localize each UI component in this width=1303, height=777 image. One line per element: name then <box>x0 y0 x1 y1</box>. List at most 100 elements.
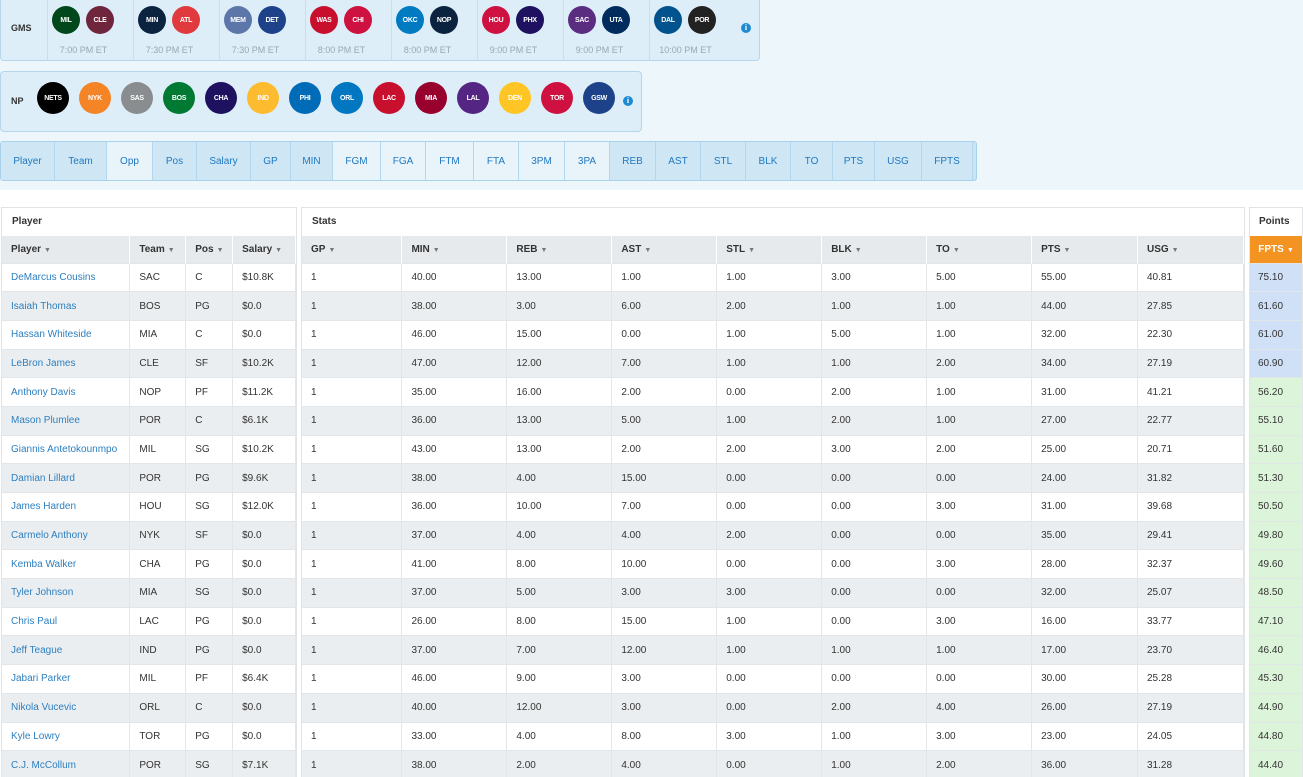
game-dal-por[interactable]: DAL POR 10:00 PM ET <box>649 0 721 61</box>
team-logo-icon[interactable]: DAL <box>654 6 682 34</box>
header-reb[interactable]: REB ▼ <box>506 236 613 263</box>
team-logo-icon[interactable]: IND <box>247 82 279 114</box>
team-logo-icon[interactable]: UTA <box>602 6 630 34</box>
game-min-atl[interactable]: MIN ATL 7:30 PM ET <box>133 0 205 61</box>
team-logo-icon[interactable]: ORL <box>331 82 363 114</box>
header-min[interactable]: MIN ▼ <box>401 236 508 263</box>
game-was-chi[interactable]: WAS CHI 8:00 PM ET <box>305 0 377 61</box>
team-logo-icon[interactable]: TOR <box>541 82 573 114</box>
player-name-link[interactable]: LeBron James <box>2 348 131 378</box>
team-logo-icon[interactable]: MIN <box>138 6 166 34</box>
team-logo-icon[interactable]: DET <box>258 6 286 34</box>
team-logo-icon[interactable]: POR <box>688 6 716 34</box>
column-toggle-player[interactable]: Player <box>1 142 55 180</box>
player-name-link[interactable]: Isaiah Thomas <box>2 291 131 321</box>
player-name-link[interactable]: Hassan Whiteside <box>2 319 131 350</box>
column-toggle-blk[interactable]: BLK <box>746 142 791 180</box>
header-stl[interactable]: STL ▼ <box>716 236 823 263</box>
game-hou-phx[interactable]: HOU PHX 9:00 PM ET <box>477 0 549 61</box>
team-logo-icon[interactable]: HOU <box>482 6 510 34</box>
header-usg[interactable]: USG ▼ <box>1137 236 1244 263</box>
team-logo-icon[interactable]: SAS <box>121 82 153 114</box>
player-name-link[interactable]: DeMarcus Cousins <box>2 262 131 292</box>
cell-salary: $12.0K <box>232 492 296 522</box>
column-toggle-fgm[interactable]: FGM <box>333 142 381 180</box>
team-logo-icon[interactable]: CHA <box>205 82 237 114</box>
player-name-link[interactable]: James Harden <box>2 492 131 522</box>
team-logo-icon[interactable]: NYK <box>79 82 111 114</box>
column-toggle-team[interactable]: Team <box>55 142 107 180</box>
column-toggle-salary[interactable]: Salary <box>197 142 251 180</box>
games-label: GMS <box>11 23 32 33</box>
player-name-link[interactable]: Damian Lillard <box>2 463 131 493</box>
header-player[interactable]: Player ▼ <box>2 236 131 263</box>
column-toggle-usg[interactable]: USG <box>875 142 922 180</box>
player-name-link[interactable]: Carmelo Anthony <box>2 520 131 550</box>
game-mil-cle[interactable]: MIL CLE 7:00 PM ET <box>47 0 119 61</box>
header-salary[interactable]: Salary ▼ <box>232 236 296 263</box>
team-logo-icon[interactable]: GSW <box>583 82 615 114</box>
column-toggle-fta[interactable]: FTA <box>474 142 519 180</box>
team-logo-icon[interactable]: DEN <box>499 82 531 114</box>
header-team[interactable]: Team ▼ <box>129 236 187 263</box>
team-logo-icon[interactable]: WAS <box>310 6 338 34</box>
player-name-link[interactable]: Tyler Johnson <box>2 578 131 608</box>
header-to[interactable]: TO ▼ <box>926 236 1033 263</box>
team-logo-icon[interactable]: MIL <box>52 6 80 34</box>
column-toggle-fga[interactable]: FGA <box>381 142 426 180</box>
header-blk[interactable]: BLK ▼ <box>821 236 928 263</box>
column-toggle-min[interactable]: MIN <box>291 142 333 180</box>
player-name-link[interactable]: Chris Paul <box>2 606 131 636</box>
team-logo-icon[interactable]: SAC <box>568 6 596 34</box>
player-name-link[interactable]: C.J. McCollum <box>2 750 131 777</box>
team-logo-icon[interactable]: MEM <box>224 6 252 34</box>
team-logo-icon[interactable]: NOP <box>430 6 458 34</box>
player-name-link[interactable]: Kyle Lowry <box>2 721 131 751</box>
not-playing-info-icon[interactable]: i <box>623 96 633 106</box>
player-name-link[interactable]: Nikola Vucevic <box>2 692 131 722</box>
column-toggle-to[interactable]: TO <box>791 142 833 180</box>
header-gp[interactable]: GP ▼ <box>302 236 403 263</box>
game-mem-det[interactable]: MEM DET 7:30 PM ET <box>219 0 291 61</box>
team-logo-icon[interactable]: PHX <box>516 6 544 34</box>
column-toggle-3pm[interactable]: 3PM <box>519 142 565 180</box>
team-logo-icon[interactable]: LAL <box>457 82 489 114</box>
team-logo-icon[interactable]: LAC <box>373 82 405 114</box>
team-logo-icon[interactable]: CHI <box>344 6 372 34</box>
cell-to: 0.00 <box>926 520 1033 550</box>
table-row: Jabari Parker MIL PF $6.4K <box>2 664 296 694</box>
column-toggle-stl[interactable]: STL <box>701 142 746 180</box>
team-logo-icon[interactable]: OKC <box>396 6 424 34</box>
team-logo-icon[interactable]: MIA <box>415 82 447 114</box>
column-toggle-gp[interactable]: GP <box>251 142 291 180</box>
cell-gp: 1 <box>302 520 403 550</box>
game-sac-uta[interactable]: SAC UTA 9:00 PM ET <box>563 0 635 61</box>
header-pts[interactable]: PTS ▼ <box>1031 236 1138 263</box>
team-logo-icon[interactable]: NETS <box>37 82 69 114</box>
team-logo-icon[interactable]: PHI <box>289 82 321 114</box>
player-name-link[interactable]: Kemba Walker <box>2 549 131 579</box>
game-okc-nop[interactable]: OKC NOP 8:00 PM ET <box>391 0 463 61</box>
column-toggle-ftm[interactable]: FTM <box>426 142 474 180</box>
player-name-link[interactable]: Anthony Davis <box>2 377 131 407</box>
cell-min: 40.00 <box>401 262 508 292</box>
header-fpts[interactable]: FPTS ▼ <box>1250 236 1303 263</box>
header-ast[interactable]: AST ▼ <box>611 236 718 263</box>
column-toggle-opp[interactable]: Opp <box>107 142 153 180</box>
team-logo-icon[interactable]: CLE <box>86 6 114 34</box>
player-name-link[interactable]: Giannis Antetokounmpo <box>2 434 131 464</box>
column-toggle-ast[interactable]: AST <box>656 142 701 180</box>
column-toggle-fpts[interactable]: FPTS <box>922 142 973 180</box>
player-name-link[interactable]: Jabari Parker <box>2 664 131 694</box>
team-logo-icon[interactable]: ATL <box>172 6 200 34</box>
column-toggle-pos[interactable]: Pos <box>153 142 197 180</box>
team-logo-icon[interactable]: BOS <box>163 82 195 114</box>
player-name-link[interactable]: Mason Plumlee <box>2 405 131 436</box>
column-toggle-reb[interactable]: REB <box>610 142 656 180</box>
header-pos[interactable]: Pos ▼ <box>185 236 234 263</box>
player-name-link[interactable]: Jeff Teague <box>2 635 131 665</box>
column-toggle-3pa[interactable]: 3PA <box>565 142 610 180</box>
column-toggle-pts[interactable]: PTS <box>833 142 875 180</box>
games-info-icon[interactable]: i <box>741 23 751 33</box>
cell-pos: PG <box>185 635 234 665</box>
